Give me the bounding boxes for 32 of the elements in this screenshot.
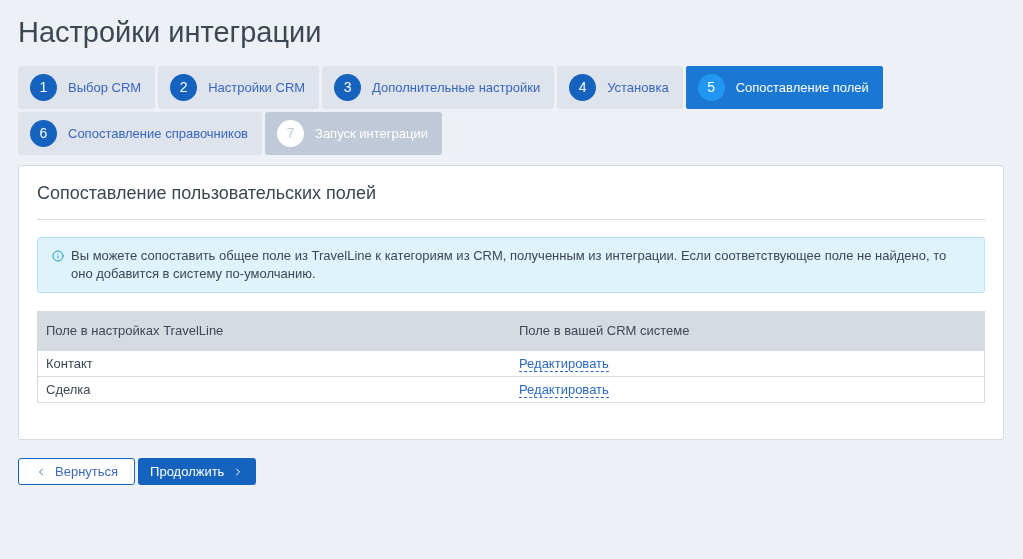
section-heading: Сопоставление пользовательских полей xyxy=(37,182,376,205)
step-number: 6 xyxy=(30,120,57,147)
step-tab[interactable]: 3 Дополнительные настройки xyxy=(322,66,555,109)
step-label: Настройки CRM xyxy=(208,78,306,97)
back-button[interactable]: Вернуться xyxy=(18,458,136,485)
step-tab[interactable]: 2 Настройки CRM xyxy=(158,66,320,109)
table-cell: Сделка xyxy=(46,381,91,397)
step-tab[interactable]: 1 Выбор CRM xyxy=(18,66,156,109)
step-number: 2 xyxy=(170,74,198,101)
step-label: Запуск интеграции xyxy=(315,124,428,143)
step-number: 3 xyxy=(334,74,362,101)
step-number: 7 xyxy=(277,120,305,147)
step-number: 5 xyxy=(697,74,725,101)
info-icon xyxy=(52,250,64,262)
step-label: Сопоставление полей xyxy=(735,78,869,97)
page-title: Настройки интеграции xyxy=(18,15,322,50)
column-header: Поле в вашей CRM системе xyxy=(519,323,690,339)
step-tab[interactable]: 6 Сопоставление справочников xyxy=(18,112,263,155)
edit-link[interactable]: Редактировать xyxy=(519,355,609,372)
table-cell: Контакт xyxy=(46,355,93,371)
step-number: 4 xyxy=(569,74,597,101)
step-tab[interactable]: 5 Сопоставление полей xyxy=(685,66,883,109)
step-label: Сопоставление справочников xyxy=(68,124,249,143)
step-label: Дополнительные настройки xyxy=(372,78,541,97)
step-tab[interactable]: 4 Установка xyxy=(557,66,683,109)
column-header: Поле в настройках TravelLine xyxy=(46,323,224,339)
edit-link[interactable]: Редактировать xyxy=(519,381,609,398)
step-number: 1 xyxy=(30,74,57,101)
step-label: Выбор CRM xyxy=(68,78,142,97)
info-text: Вы можете сопоставить общее поле из TravelLine к категориям из CRM, полученным из интеграции. Если соответствующее поле не найдено, то оно добавится в систему по-умолчанию. xyxy=(71,247,948,283)
step-label: Установка xyxy=(607,78,669,97)
continue-button[interactable]: Продолжить xyxy=(138,458,257,485)
